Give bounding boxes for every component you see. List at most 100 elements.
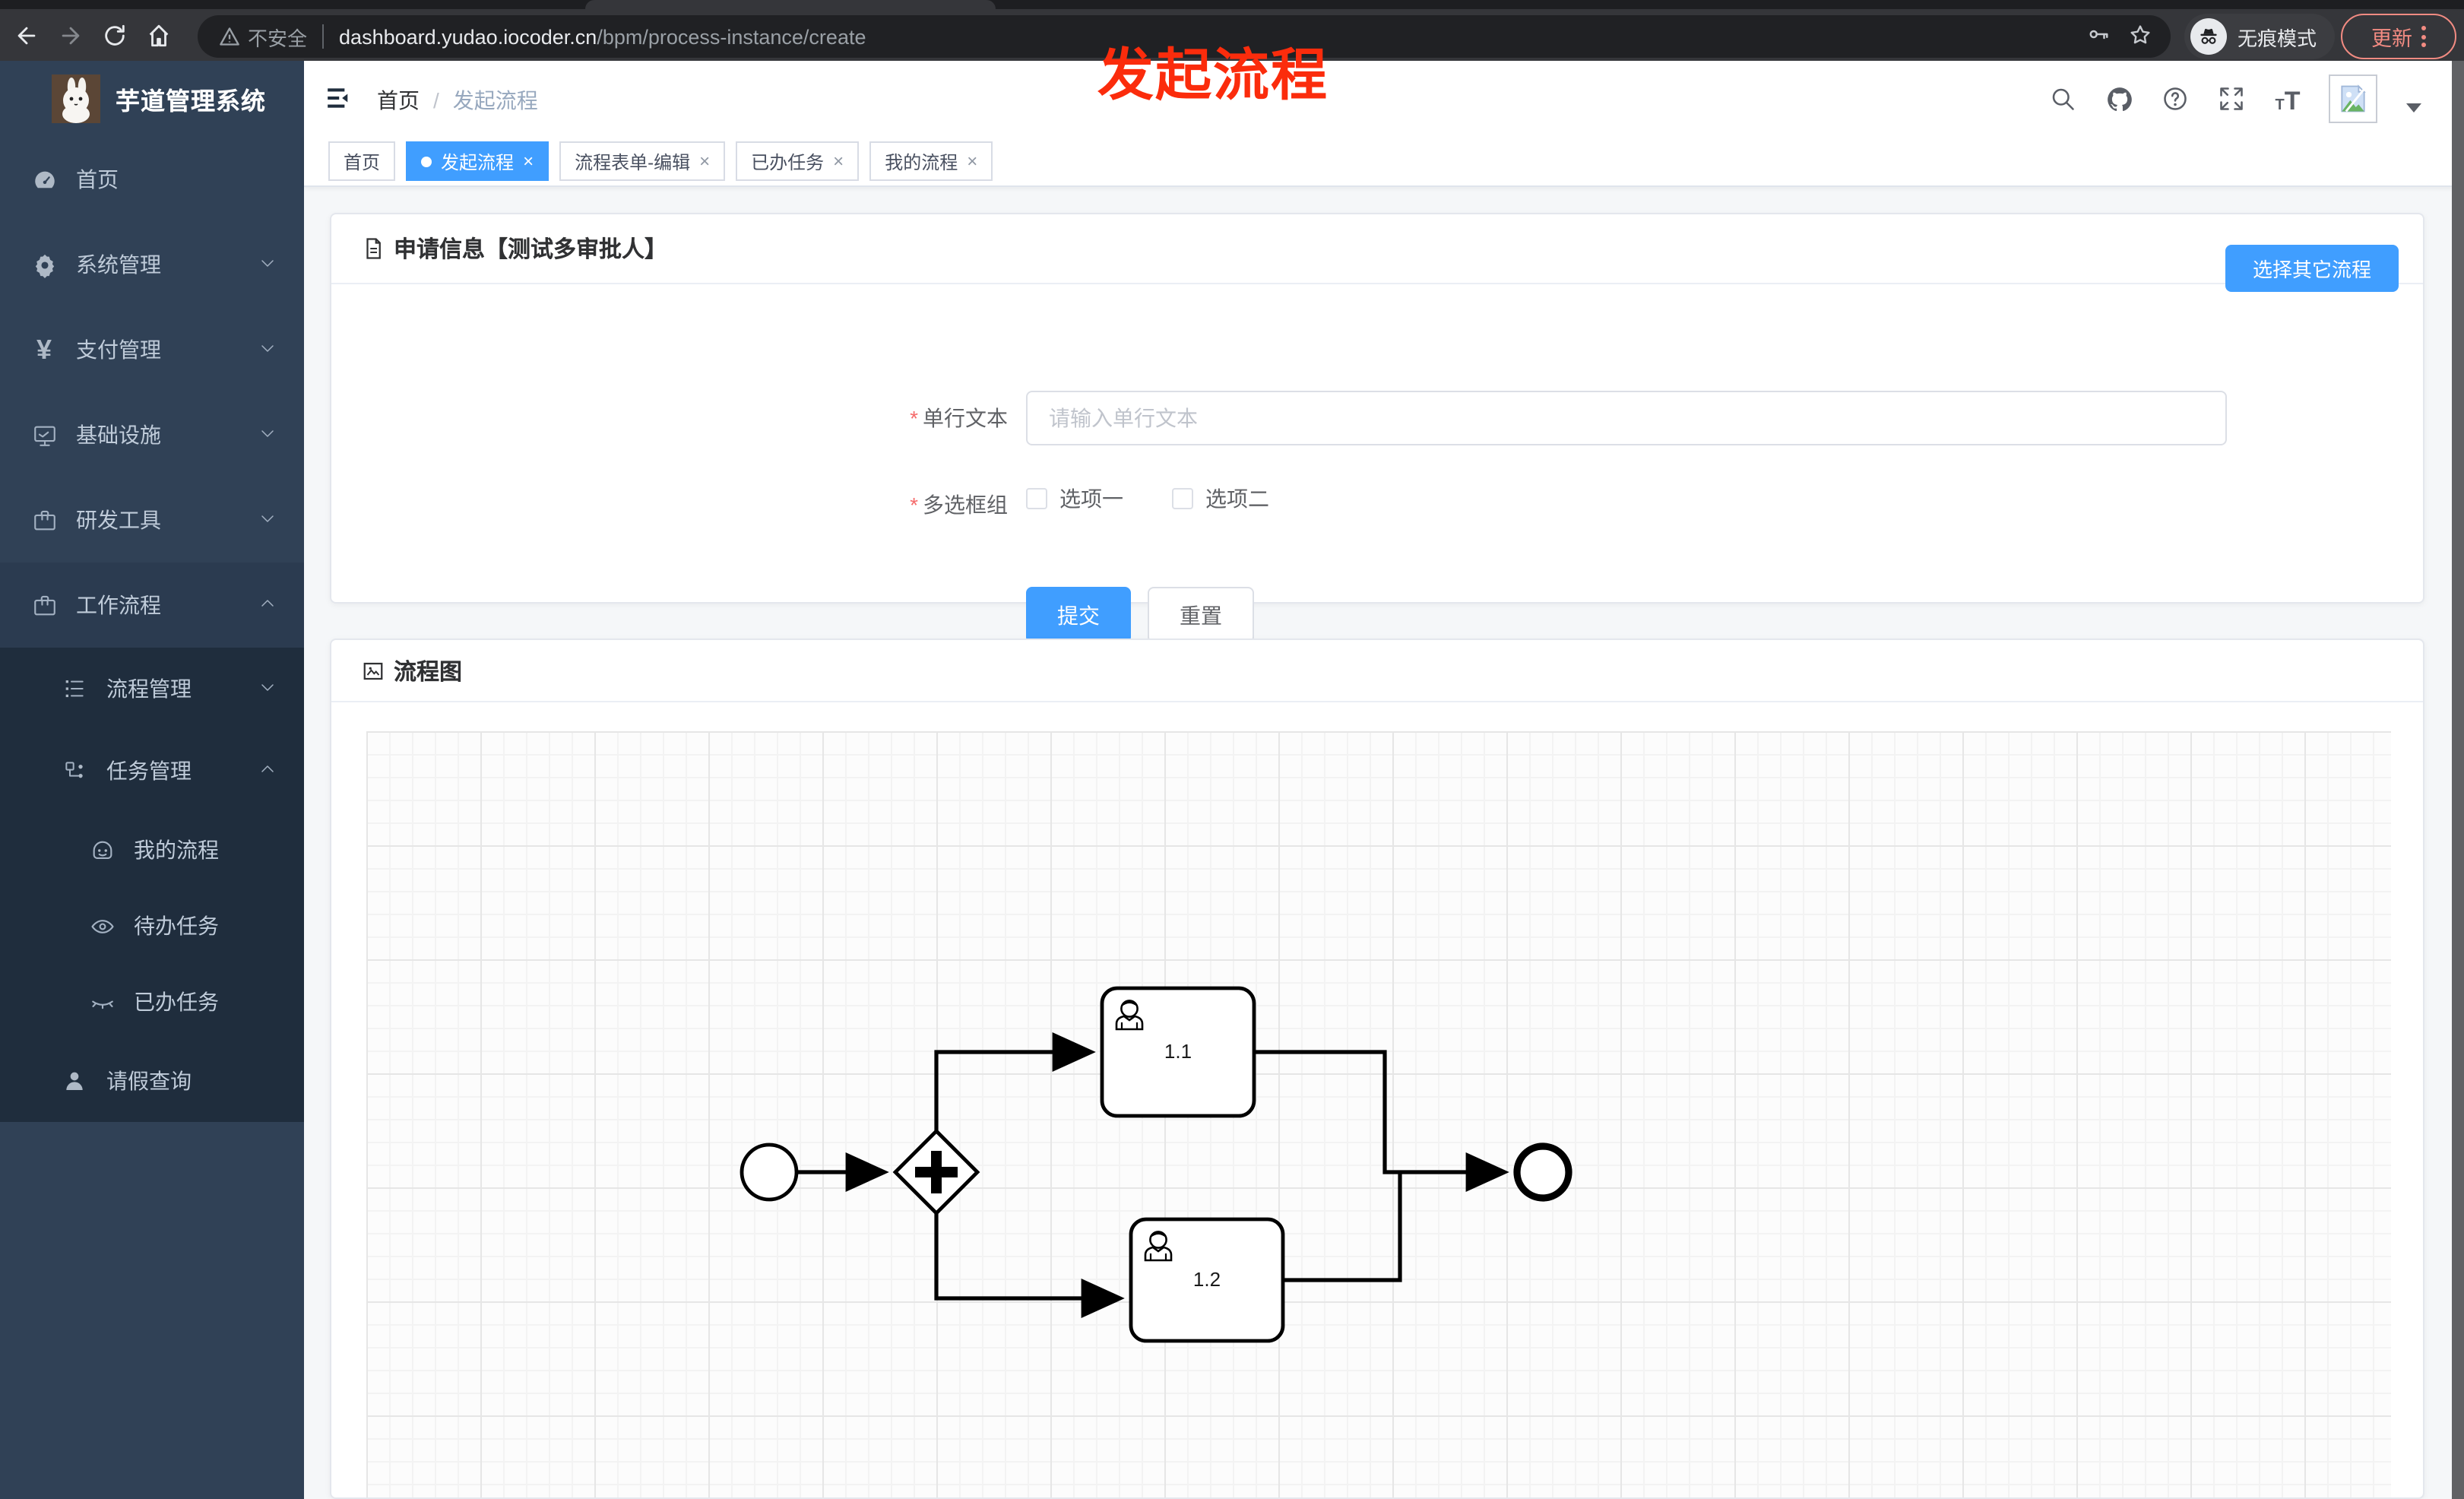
document-icon bbox=[366, 238, 381, 259]
sidebar-item-home[interactable]: 首页 bbox=[0, 137, 304, 222]
single-line-text-input[interactable] bbox=[1026, 391, 2227, 445]
sidebar-item-devtools[interactable]: 研发工具 bbox=[0, 477, 304, 563]
help-icon[interactable] bbox=[2160, 84, 2190, 114]
sidebar-item-label: 我的流程 bbox=[134, 838, 219, 862]
sidebar-item-payment[interactable]: ¥ 支付管理 bbox=[0, 307, 304, 392]
reset-button[interactable]: 重置 bbox=[1148, 587, 1254, 643]
page-scrollbar[interactable] bbox=[2452, 61, 2464, 1499]
close-icon[interactable]: × bbox=[523, 152, 534, 170]
tag-label: 流程表单-编辑 bbox=[575, 151, 691, 173]
yen-icon: ¥ bbox=[36, 334, 52, 364]
incognito-badge: 无痕模式 bbox=[2184, 14, 2336, 59]
chevron-down-icon bbox=[258, 338, 277, 362]
active-dot bbox=[421, 156, 432, 166]
tag-done-tasks[interactable]: 已办任务 × bbox=[736, 141, 860, 181]
checkbox-icon[interactable] bbox=[1026, 488, 1047, 509]
submit-button[interactable]: 提交 bbox=[1026, 587, 1131, 643]
forward-icon[interactable] bbox=[52, 17, 88, 53]
sidebar-item-infra[interactable]: 基础设施 bbox=[0, 392, 304, 477]
task-label: 1.1 bbox=[1164, 1040, 1192, 1063]
bpmn-diagram: 1.1 1.2 bbox=[740, 986, 1572, 1343]
checkbox-icon[interactable] bbox=[1172, 488, 1193, 509]
flow-diagram-title: 流程图 bbox=[394, 659, 463, 685]
github-icon[interactable] bbox=[2104, 84, 2134, 114]
topbar: 首页 / 发起流程 TT bbox=[304, 61, 2464, 137]
breadcrumb: 首页 / 发起流程 bbox=[377, 85, 538, 116]
security-label: 不安全 bbox=[248, 27, 308, 49]
close-icon[interactable]: × bbox=[967, 152, 977, 170]
reload-icon[interactable] bbox=[96, 17, 132, 53]
flow-gateway-to-task2 bbox=[934, 1213, 1125, 1318]
flow-task2-to-end bbox=[1283, 1174, 1402, 1282]
bpmn-parallel-gateway[interactable] bbox=[892, 1128, 980, 1216]
close-icon[interactable]: × bbox=[699, 152, 710, 170]
close-icon[interactable]: × bbox=[833, 152, 844, 170]
hamburger-icon[interactable] bbox=[325, 84, 354, 120]
sidebar-item-todo-tasks[interactable]: 待办任务 bbox=[0, 888, 304, 964]
page: 不安全 dashboard.yudao.iocoder.cn/bpm/proce… bbox=[0, 0, 2464, 1499]
sidebar-item-task-mgmt[interactable]: 任务管理 bbox=[0, 730, 304, 812]
apply-info-title: 申请信息【测试多审批人】 bbox=[394, 237, 668, 263]
required-asterisk: * bbox=[910, 406, 918, 430]
choose-other-process-button[interactable]: 选择其它流程 bbox=[2225, 245, 2399, 292]
search-icon[interactable] bbox=[2048, 84, 2078, 114]
security-chip[interactable]: 不安全 bbox=[219, 22, 307, 51]
url-host: dashboard.yudao.iocoder.cn bbox=[339, 25, 597, 48]
bpmn-user-task-1[interactable]: 1.1 bbox=[1100, 986, 1256, 1118]
bpmn-canvas[interactable]: 1.1 1.2 bbox=[366, 731, 2391, 1497]
sidebar: 芋道管理系统 首页 系统管理 ¥ 支付管理 基础设施 研发工具 工作流程 流程管… bbox=[0, 61, 304, 1499]
tag-label: 发起流程 bbox=[441, 151, 515, 173]
tags-bar: 首页 发起流程 × 流程表单-编辑 × 已办任务 × 我的流程 × bbox=[304, 137, 2464, 187]
avatar-caret-icon[interactable] bbox=[2406, 103, 2421, 113]
dashboard-icon bbox=[30, 166, 58, 192]
bpmn-user-task-2[interactable]: 1.2 bbox=[1129, 1217, 1285, 1343]
tag-form-edit[interactable]: 流程表单-编辑 × bbox=[559, 141, 726, 181]
star-icon[interactable] bbox=[2128, 22, 2152, 51]
tag-my-process[interactable]: 我的流程 × bbox=[869, 141, 993, 181]
tag-create-process[interactable]: 发起流程 × bbox=[406, 141, 549, 181]
more-dots-icon bbox=[2421, 26, 2426, 47]
logo-avatar bbox=[52, 74, 100, 123]
sidebar-item-leave-query[interactable]: 请假查询 bbox=[0, 1040, 304, 1122]
font-size-icon[interactable]: TT bbox=[2272, 84, 2303, 114]
chevron-down-icon bbox=[258, 508, 277, 532]
update-button[interactable]: 更新 bbox=[2341, 14, 2456, 59]
apply-info-header: 申请信息【测试多审批人】 bbox=[331, 214, 2423, 284]
app-title: 芋道管理系统 bbox=[116, 90, 267, 116]
back-icon[interactable] bbox=[8, 17, 44, 53]
eye-icon bbox=[88, 913, 116, 939]
bpmn-end-event[interactable] bbox=[1513, 1142, 1572, 1202]
flow-gateway-to-task1 bbox=[934, 1032, 1096, 1131]
checkbox-option-2[interactable]: 选项二 bbox=[1172, 483, 1269, 514]
home-icon[interactable] bbox=[140, 17, 176, 53]
key-icon[interactable] bbox=[2087, 23, 2110, 50]
chevron-up-icon bbox=[258, 593, 277, 617]
sidebar-item-my-process[interactable]: 我的流程 bbox=[0, 812, 304, 888]
sidebar-item-system[interactable]: 系统管理 bbox=[0, 222, 304, 307]
tag-home[interactable]: 首页 bbox=[328, 141, 396, 181]
sidebar-item-label: 研发工具 bbox=[76, 508, 161, 532]
broken-image-icon bbox=[2341, 84, 2366, 113]
bpmn-start-event[interactable] bbox=[740, 1142, 799, 1202]
fullscreen-icon[interactable] bbox=[2216, 84, 2247, 114]
sidebar-item-process-mgmt[interactable]: 流程管理 bbox=[0, 648, 304, 730]
browser-active-tab[interactable] bbox=[585, 0, 996, 9]
warning-icon bbox=[220, 27, 239, 46]
picture-icon bbox=[363, 661, 383, 680]
task-label: 1.2 bbox=[1193, 1268, 1221, 1291]
avatar[interactable] bbox=[2329, 74, 2377, 123]
text-field-label: * 单行文本 bbox=[910, 406, 1008, 430]
chevron-down-icon bbox=[258, 677, 277, 701]
breadcrumb-home[interactable]: 首页 bbox=[377, 85, 420, 116]
sidebar-item-label: 待办任务 bbox=[134, 914, 219, 938]
checkbox-option-1[interactable]: 选项一 bbox=[1026, 483, 1123, 514]
sidebar-item-label: 基础设施 bbox=[76, 423, 161, 447]
checkbox-group-label: * 多选框组 bbox=[910, 493, 1008, 517]
app-logo[interactable]: 芋道管理系统 bbox=[0, 61, 304, 137]
tag-label: 已办任务 bbox=[751, 151, 825, 173]
toolbox-icon bbox=[30, 507, 58, 533]
sidebar-item-workflow[interactable]: 工作流程 bbox=[0, 563, 304, 648]
sidebar-item-label: 工作流程 bbox=[76, 593, 161, 617]
sidebar-item-done-tasks[interactable]: 已办任务 bbox=[0, 964, 304, 1040]
monitor-icon bbox=[30, 422, 58, 448]
